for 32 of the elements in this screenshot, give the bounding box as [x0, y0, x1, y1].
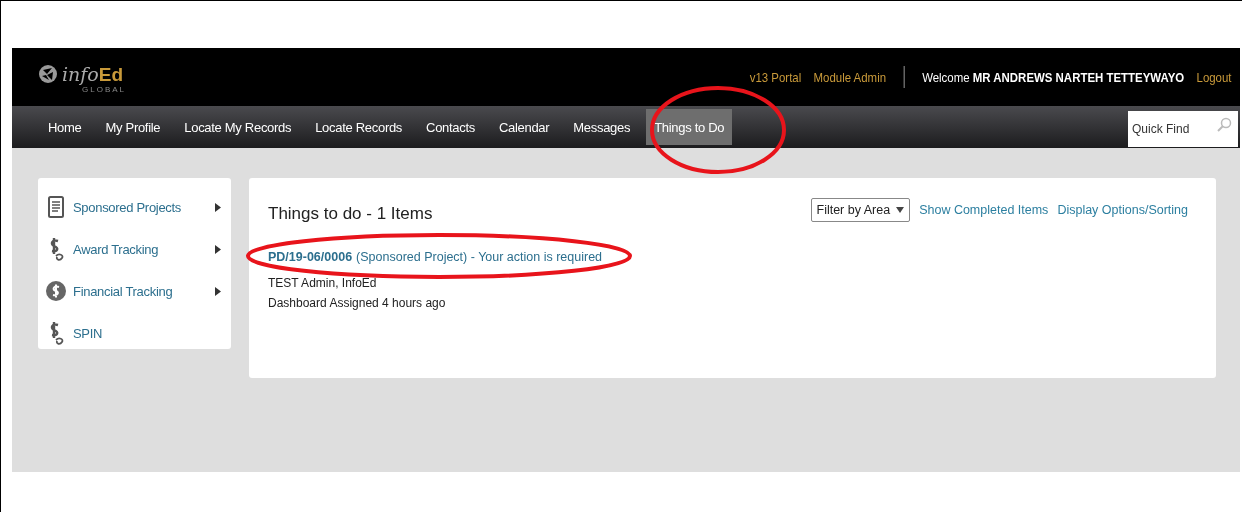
caret-icon: [896, 207, 905, 213]
nav-tab[interactable]: Home: [40, 109, 90, 145]
panel-title: Things to do - 1 Items: [268, 204, 433, 224]
search-icon: [1216, 117, 1232, 133]
todo-meta: Dashboard Assigned 4 hours ago: [268, 296, 446, 310]
logout-link[interactable]: Logout: [1197, 69, 1232, 85]
dollar-coin-icon: [46, 281, 66, 301]
document-icon: [46, 196, 66, 218]
logo-text: infoEd: [62, 62, 124, 85]
search-field[interactable]: Quick Find: [1128, 111, 1238, 147]
nav-tab[interactable]: Things to Do: [646, 109, 733, 145]
welcome-text: Welcome MR ANDREWS NARTEH TETTEYWAYO: [922, 69, 1185, 85]
sidebar-item[interactable]: Financial Tracking: [46, 270, 231, 312]
record-link[interactable]: PD/19-06/0006: [268, 250, 353, 264]
nav-tab[interactable]: Calendar: [490, 109, 558, 145]
header-link[interactable]: v13 Portal: [750, 69, 802, 85]
nav-tab[interactable]: Contacts: [418, 109, 483, 145]
sidebar-item[interactable]: Award Tracking: [46, 228, 231, 270]
header-link[interactable]: Module Admin: [814, 69, 887, 85]
panel-link[interactable]: Display Options/Sorting: [1057, 203, 1188, 217]
nav-tab[interactable]: My Profile: [97, 109, 169, 145]
aperture-icon: [38, 64, 58, 84]
nav-tab[interactable]: Locate Records: [307, 109, 411, 145]
todo-owner: TEST Admin, InfoEd: [268, 276, 377, 290]
panel-link[interactable]: Show Completed Items: [919, 203, 1049, 217]
nav-tab[interactable]: Messages: [565, 109, 639, 145]
todo-description: (Sponsored Project) - Your action is required: [356, 250, 603, 264]
nav-tab[interactable]: Locate My Records: [176, 109, 300, 145]
filter-dropdown[interactable]: Filter by Area: [810, 198, 911, 222]
logo-subtitle: GLOBAL: [82, 84, 126, 94]
sidebar-item[interactable]: SPIN: [46, 312, 231, 354]
sidebar-item[interactable]: Sponsored Projects: [46, 186, 231, 228]
